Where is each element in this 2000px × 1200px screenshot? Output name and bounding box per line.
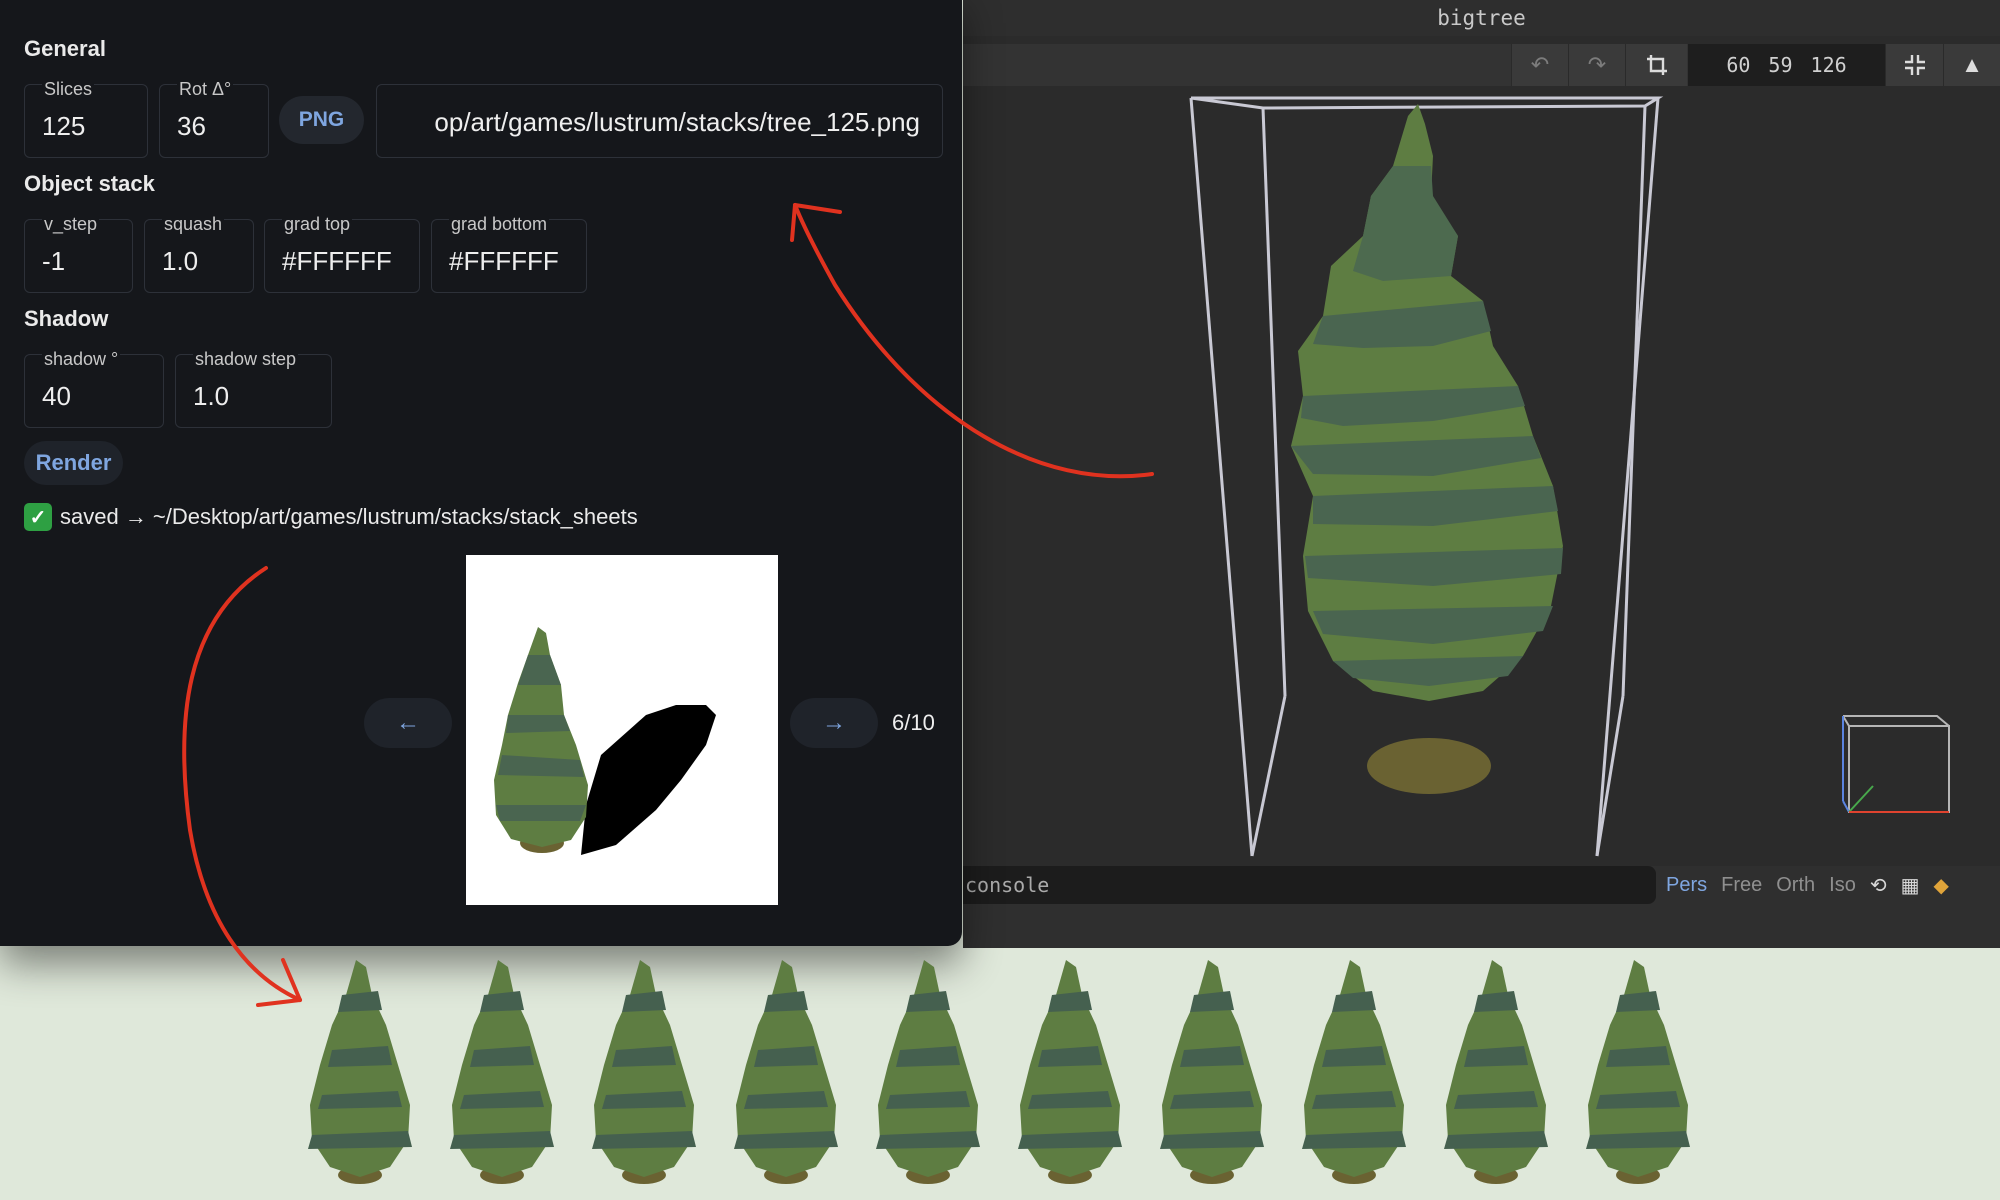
annotation-arrow-to-path (793, 203, 1154, 479)
annotation-arrow-to-sheet (182, 566, 302, 1002)
annotation-arrows (182, 203, 1154, 1007)
